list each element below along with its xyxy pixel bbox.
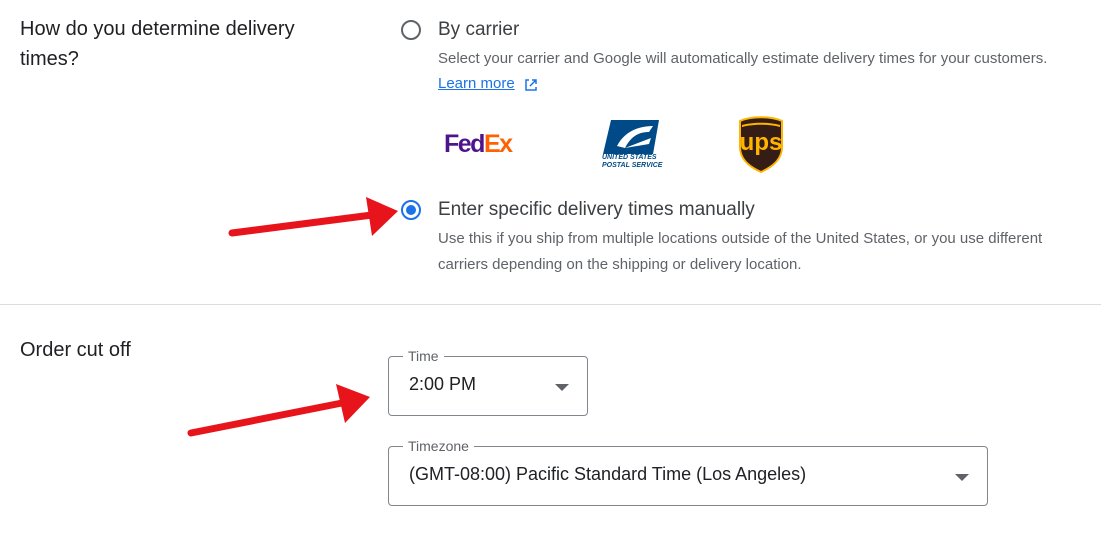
manual-times-radio[interactable] bbox=[401, 200, 421, 220]
by-carrier-label[interactable]: By carrier bbox=[438, 19, 519, 41]
usps-text-line2: POSTAL SERVICE bbox=[602, 162, 663, 169]
timezone-select[interactable]: Timezone (GMT-08:00) Pacific Standard Ti… bbox=[388, 436, 988, 506]
manual-times-description: Use this if you ship from multiple locat… bbox=[438, 230, 1043, 273]
usps-eagle-icon bbox=[603, 120, 659, 154]
chevron-down-icon[interactable] bbox=[555, 384, 569, 391]
arrow-to-manual-radio bbox=[228, 197, 398, 237]
by-carrier-description: Select your carrier and Google will auto… bbox=[438, 50, 1048, 67]
time-value: 2:00 PM bbox=[409, 374, 477, 394]
ups-logo: ups bbox=[737, 115, 785, 174]
usps-text-line1: UNITED STATES bbox=[602, 154, 657, 161]
delivery-settings-page: How do you determine delivery times? By … bbox=[0, 0, 1101, 556]
usps-logo: UNITED STATES POSTAL SERVICE bbox=[600, 120, 662, 172]
time-select[interactable]: Time 2:00 PM bbox=[388, 346, 588, 416]
arrow-to-time-select bbox=[187, 384, 370, 437]
ups-text: ups bbox=[739, 129, 783, 156]
order-cutoff-title: Order cut off bbox=[20, 339, 131, 361]
section-divider bbox=[0, 304, 1101, 305]
timezone-label: Timezone bbox=[403, 436, 474, 456]
time-label: Time bbox=[403, 346, 444, 366]
by-carrier-radio[interactable] bbox=[401, 20, 421, 40]
learn-more-link[interactable]: Learn more bbox=[438, 75, 515, 92]
chevron-down-icon[interactable] bbox=[955, 474, 969, 481]
timezone-value: (GMT-08:00) Pacific Standard Time (Los A… bbox=[409, 464, 807, 484]
fedex-logo: FedEx bbox=[444, 130, 513, 158]
external-link-icon[interactable] bbox=[524, 78, 538, 92]
manual-times-label[interactable]: Enter specific delivery times manually bbox=[438, 199, 755, 221]
delivery-method-title: How do you determine delivery times? bbox=[20, 18, 295, 70]
